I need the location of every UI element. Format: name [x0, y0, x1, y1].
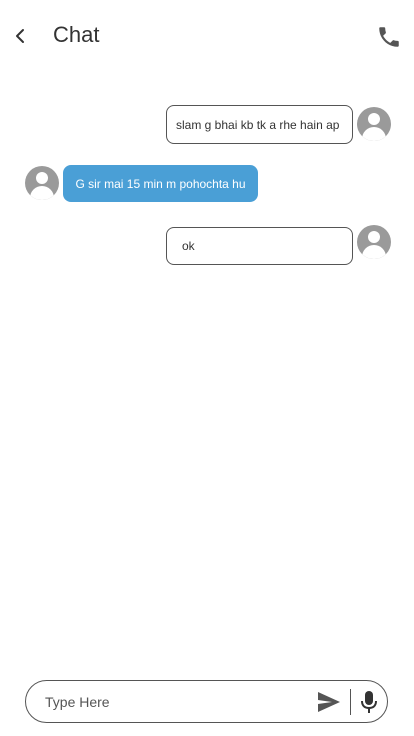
- app-header: Chat: [0, 0, 414, 72]
- mic-icon: [361, 691, 377, 713]
- avatar: [357, 225, 391, 259]
- message-text: ok: [182, 239, 195, 253]
- avatar: [357, 107, 391, 141]
- mic-button[interactable]: [360, 690, 378, 714]
- message-composer: [25, 680, 388, 723]
- send-icon: [318, 692, 340, 712]
- page-title: Chat: [53, 22, 100, 47]
- message-bubble-outgoing: slam g bhai kb tk a rhe hain ap: [166, 105, 353, 144]
- back-button[interactable]: [10, 24, 32, 48]
- message-text: G sir mai 15 min m pohochta hu: [75, 176, 246, 191]
- message-bubble-incoming: G sir mai 15 min m pohochta hu: [63, 165, 258, 202]
- phone-icon: [379, 27, 399, 47]
- call-button[interactable]: [376, 24, 402, 50]
- avatar: [25, 166, 59, 200]
- chevron-left-icon: [16, 29, 24, 43]
- divider: [350, 689, 351, 715]
- send-button[interactable]: [317, 691, 341, 713]
- message-input[interactable]: [45, 690, 315, 714]
- message-text: slam g bhai kb tk a rhe hain ap: [176, 117, 340, 132]
- message-bubble-outgoing: ok: [166, 227, 353, 265]
